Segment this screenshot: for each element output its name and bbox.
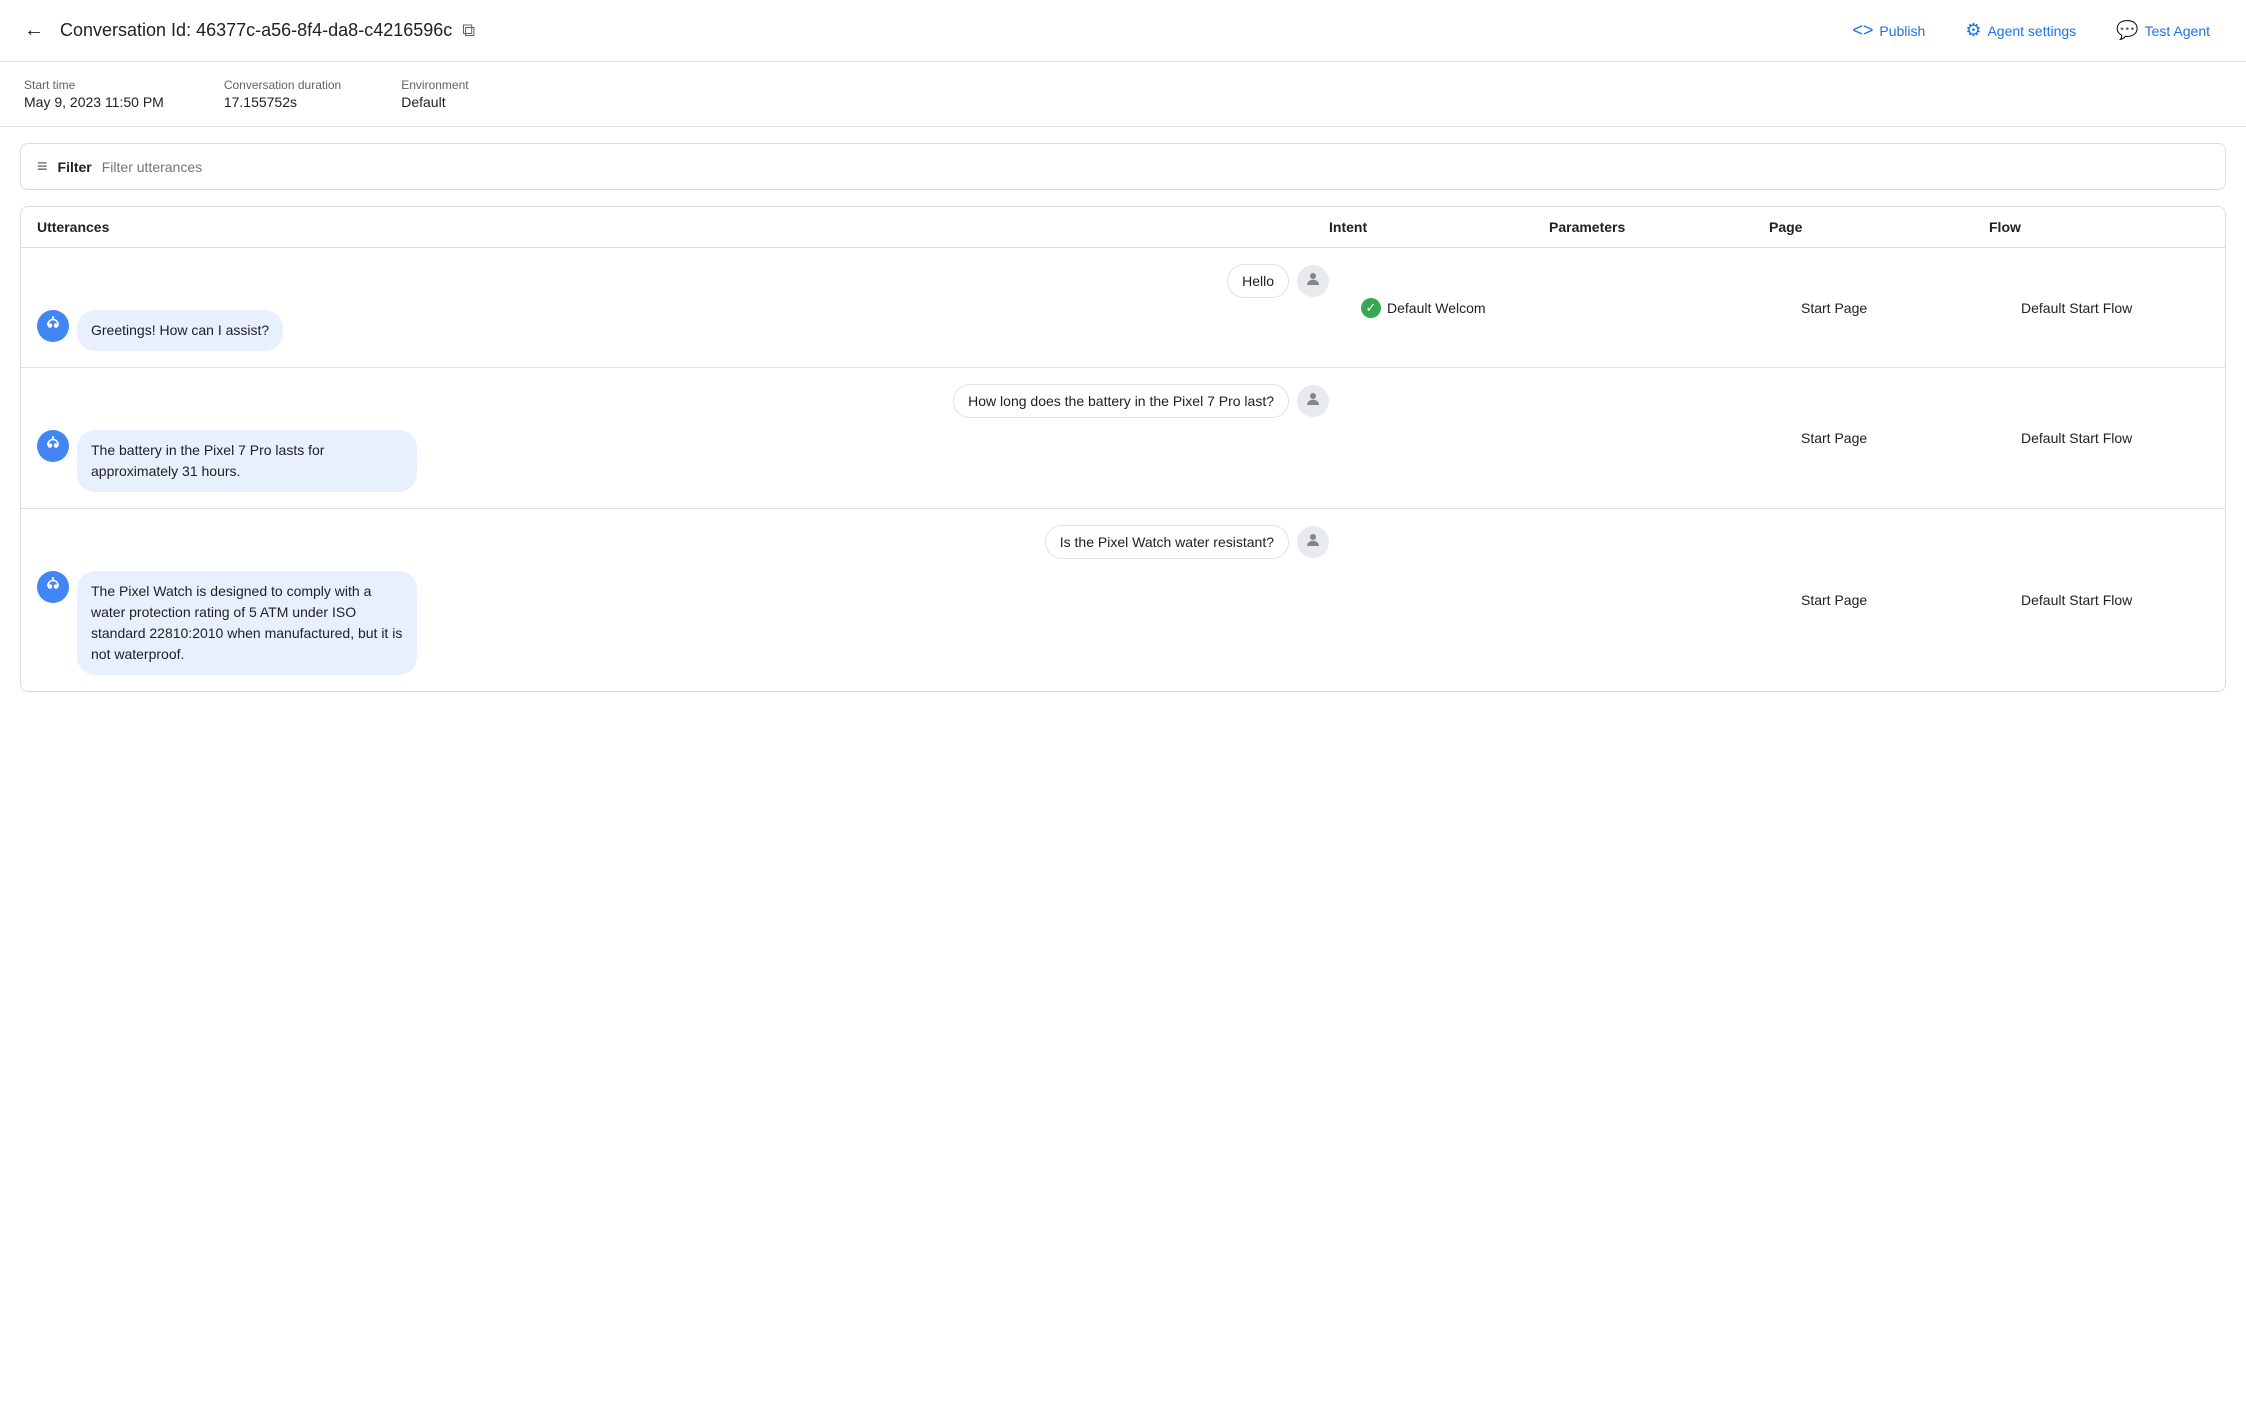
environment-item: Environment Default bbox=[401, 78, 468, 110]
conversation-table: Utterances Intent Parameters Page Flow H… bbox=[20, 206, 2226, 692]
page-cell-1: Start Page bbox=[1785, 414, 2005, 462]
test-agent-label: Test Agent bbox=[2145, 23, 2210, 39]
table-header: Utterances Intent Parameters Page Flow bbox=[21, 207, 2225, 248]
page-cell-0: Start Page bbox=[1785, 284, 2005, 332]
flow-cell-0: Default Start Flow bbox=[2005, 284, 2225, 332]
table-row: Is the Pixel Watch water resistant? bbox=[21, 509, 2225, 691]
agent-icon-2 bbox=[44, 576, 62, 599]
publish-icon: <> bbox=[1852, 20, 1873, 41]
parameters-cell-2 bbox=[1565, 584, 1785, 616]
start-time-item: Start time May 9, 2023 11:50 PM bbox=[24, 78, 164, 110]
publish-label: Publish bbox=[1879, 23, 1925, 39]
parameters-cell-0 bbox=[1565, 292, 1785, 324]
header: ← Conversation Id: 46377c-a56-8f4-da8-c4… bbox=[0, 0, 2246, 62]
utterances-cell-1: How long does the battery in the Pixel 7… bbox=[21, 368, 1345, 508]
back-icon: ← bbox=[24, 19, 44, 42]
agent-avatar-0 bbox=[37, 310, 69, 342]
start-time-label: Start time bbox=[24, 78, 164, 92]
col-page: Page bbox=[1769, 219, 1989, 235]
utterances-cell-0: Hello bbox=[21, 248, 1345, 367]
user-avatar-0 bbox=[1297, 265, 1329, 297]
environment-value: Default bbox=[401, 94, 468, 110]
col-flow: Flow bbox=[1989, 219, 2209, 235]
utterances-cell-2: Is the Pixel Watch water resistant? bbox=[21, 509, 1345, 691]
environment-label: Environment bbox=[401, 78, 468, 92]
conversation-title: Conversation Id: 46377c-a56-8f4-da8-c421… bbox=[60, 20, 1824, 41]
duration-item: Conversation duration 17.155752s bbox=[224, 78, 341, 110]
user-avatar-2 bbox=[1297, 526, 1329, 558]
agent-message-row-1: The battery in the Pixel 7 Pro lasts for… bbox=[37, 430, 1329, 492]
intent-check-icon-0: ✓ bbox=[1361, 298, 1381, 318]
intent-cell-1 bbox=[1345, 422, 1565, 454]
flow-cell-1: Default Start Flow bbox=[2005, 414, 2225, 462]
user-icon-0 bbox=[1304, 270, 1322, 293]
user-bubble-2: Is the Pixel Watch water resistant? bbox=[1045, 525, 1289, 559]
publish-button[interactable]: <> Publish bbox=[1836, 12, 1941, 49]
user-icon-1 bbox=[1304, 390, 1322, 413]
meta-bar: Start time May 9, 2023 11:50 PM Conversa… bbox=[0, 62, 2246, 127]
agent-avatar-1 bbox=[37, 430, 69, 462]
duration-label: Conversation duration bbox=[224, 78, 341, 92]
test-agent-button[interactable]: 💬 Test Agent bbox=[2100, 12, 2226, 49]
flow-cell-2: Default Start Flow bbox=[2005, 576, 2225, 624]
table-row: How long does the battery in the Pixel 7… bbox=[21, 368, 2225, 509]
user-message-row-2: Is the Pixel Watch water resistant? bbox=[37, 525, 1329, 559]
agent-icon-0 bbox=[44, 315, 62, 338]
agent-message-row-0: Greetings! How can I assist? bbox=[37, 310, 1329, 351]
agent-bubble-2: The Pixel Watch is designed to comply wi… bbox=[77, 571, 417, 675]
parameters-cell-1 bbox=[1565, 422, 1785, 454]
agent-bubble-0: Greetings! How can I assist? bbox=[77, 310, 283, 351]
agent-settings-label: Agent settings bbox=[1987, 23, 2076, 39]
header-actions: <> Publish ⚙ Agent settings 💬 Test Agent bbox=[1836, 12, 2226, 49]
duration-value: 17.155752s bbox=[224, 94, 341, 110]
copy-icon[interactable]: ⧉ bbox=[462, 20, 475, 41]
page-cell-2: Start Page bbox=[1785, 576, 2005, 624]
filter-label: Filter bbox=[58, 159, 92, 175]
filter-input[interactable] bbox=[102, 159, 2209, 175]
intent-text-0: Default Welcom bbox=[1387, 300, 1486, 316]
title-text: Conversation Id: 46377c-a56-8f4-da8-c421… bbox=[60, 20, 452, 41]
agent-icon-1 bbox=[44, 435, 62, 458]
test-icon: 💬 bbox=[2116, 20, 2138, 41]
table-row: Hello bbox=[21, 248, 2225, 368]
user-icon-2 bbox=[1304, 531, 1322, 554]
intent-cell-0: ✓ Default Welcom bbox=[1345, 282, 1565, 334]
user-message-row-0: Hello bbox=[37, 264, 1329, 298]
user-message-row-1: How long does the battery in the Pixel 7… bbox=[37, 384, 1329, 418]
user-bubble-0: Hello bbox=[1227, 264, 1289, 298]
back-button[interactable]: ← bbox=[20, 15, 48, 46]
filter-icon: ≡ bbox=[37, 156, 48, 177]
agent-bubble-1: The battery in the Pixel 7 Pro lasts for… bbox=[77, 430, 417, 492]
user-avatar-1 bbox=[1297, 385, 1329, 417]
agent-settings-button[interactable]: ⚙ Agent settings bbox=[1949, 12, 2092, 49]
col-parameters: Parameters bbox=[1549, 219, 1769, 235]
agent-message-row-2: The Pixel Watch is designed to comply wi… bbox=[37, 571, 1329, 675]
col-utterances: Utterances bbox=[37, 219, 1329, 235]
start-time-value: May 9, 2023 11:50 PM bbox=[24, 94, 164, 110]
col-intent: Intent bbox=[1329, 219, 1549, 235]
settings-icon: ⚙ bbox=[1965, 20, 1981, 41]
agent-avatar-2 bbox=[37, 571, 69, 603]
user-bubble-1: How long does the battery in the Pixel 7… bbox=[953, 384, 1289, 418]
filter-bar: ≡ Filter bbox=[20, 143, 2226, 190]
intent-cell-2 bbox=[1345, 584, 1565, 616]
